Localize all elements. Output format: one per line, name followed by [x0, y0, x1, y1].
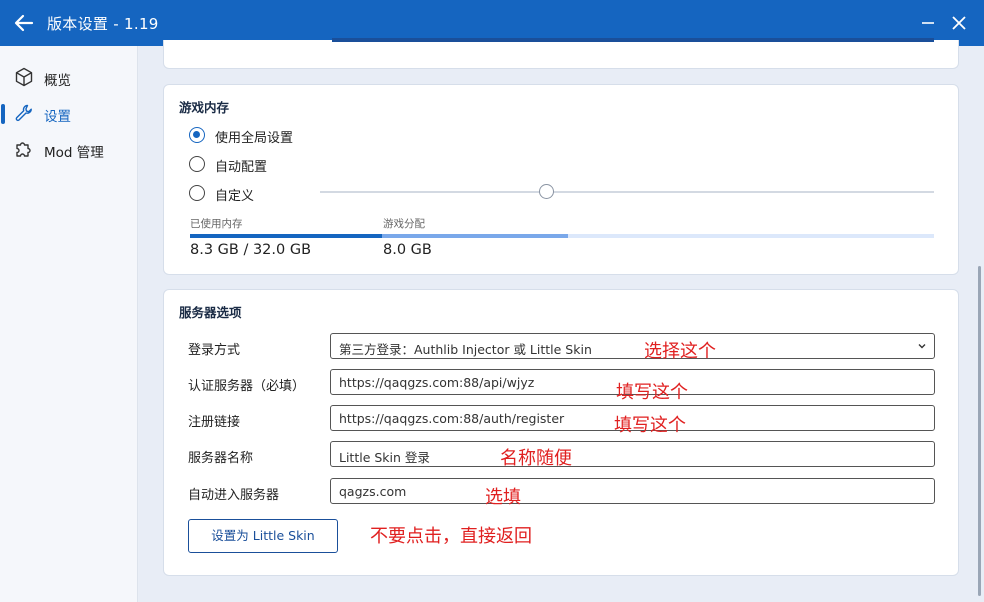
server-name-label: 服务器名称: [188, 451, 254, 466]
scrollbar[interactable]: [978, 266, 981, 596]
main-content: 游戏内存 使用全局设置 自动配置 自定义 已使用内存 游戏分配 8.3 GB /…: [139, 38, 984, 602]
previous-card-underline: [332, 38, 934, 42]
login-method-value: 第三方登录：Authlib Injector 或 Little Skin: [339, 342, 592, 357]
annotation-fill-auth: 填写这个: [616, 382, 688, 403]
sidebar-item-label: 概览: [44, 73, 71, 89]
sidebar-item-mod-management[interactable]: Mod 管理: [0, 134, 138, 164]
minimize-icon[interactable]: [917, 12, 939, 34]
auth-server-label: 认证服务器（必填）: [188, 379, 306, 394]
sidebar-item-label: 设置: [44, 109, 71, 125]
used-memory-caption: 已使用内存: [190, 218, 243, 230]
memory-slider-track[interactable]: [320, 191, 934, 193]
radio-button[interactable]: [189, 156, 205, 172]
radio-button[interactable]: [189, 185, 205, 201]
annotation-fill-register: 填写这个: [614, 415, 686, 436]
close-icon[interactable]: [948, 12, 970, 34]
sidebar-item-settings[interactable]: 设置: [0, 98, 138, 128]
allocated-memory-value: 8.0 GB: [383, 242, 432, 258]
sidebar-item-label: Mod 管理: [44, 145, 104, 161]
wrench-icon: [15, 104, 32, 122]
server-name-input[interactable]: Little Skin 登录: [330, 441, 935, 467]
auth-server-value: https://qaqgzs.com:88/api/wjyz: [339, 375, 535, 390]
memory-card: 游戏内存 使用全局设置 自动配置 自定义 已使用内存 游戏分配 8.3 GB /…: [163, 84, 959, 275]
set-little-skin-button[interactable]: 设置为 Little Skin: [188, 519, 338, 553]
chevron-down-icon: [918, 344, 926, 349]
annotation-name-any: 名称随便: [500, 448, 572, 469]
auto-join-server-value: qagzs.com: [339, 484, 407, 499]
annotation-do-not-click: 不要点击，直接返回: [370, 526, 532, 547]
server-card-title: 服务器选项: [179, 305, 242, 320]
memory-bar-used: [190, 234, 382, 238]
puzzle-icon: [16, 142, 31, 157]
sidebar: 概览 设置 Mod 管理: [0, 46, 138, 602]
memory-card-title: 游戏内存: [179, 100, 230, 115]
server-name-value: Little Skin 登录: [339, 450, 430, 465]
login-method-select[interactable]: 第三方登录：Authlib Injector 或 Little Skin: [330, 333, 935, 359]
register-link-value: https://qaqgzs.com:88/auth/register: [339, 411, 565, 426]
register-link-label: 注册链接: [188, 415, 241, 430]
used-memory-value: 8.3 GB / 32.0 GB: [190, 242, 312, 258]
annotation-select: 选择这个: [644, 341, 716, 362]
cube-icon: [15, 67, 33, 87]
previous-card: [163, 38, 959, 69]
server-options-card: 服务器选项 登录方式 第三方登录：Authlib Injector 或 Litt…: [163, 289, 959, 576]
auto-join-server-input[interactable]: qagzs.com: [330, 478, 935, 504]
radio-label: 自定义: [215, 189, 255, 204]
arrow-left-icon[interactable]: [12, 11, 36, 35]
memory-slider-thumb[interactable]: [539, 184, 554, 199]
auto-join-server-label: 自动进入服务器: [188, 488, 280, 503]
login-method-label: 登录方式: [188, 343, 241, 358]
radio-label: 自动配置: [215, 160, 268, 175]
sidebar-item-overview[interactable]: 概览: [0, 62, 138, 92]
allocated-memory-caption: 游戏分配: [383, 218, 425, 230]
radio-label: 使用全局设置: [215, 131, 294, 146]
memory-bar-allocated: [382, 234, 568, 238]
window-title: 版本设置 - 1.19: [47, 15, 159, 33]
radio-button[interactable]: [189, 127, 205, 143]
annotation-optional: 选填: [485, 487, 521, 508]
